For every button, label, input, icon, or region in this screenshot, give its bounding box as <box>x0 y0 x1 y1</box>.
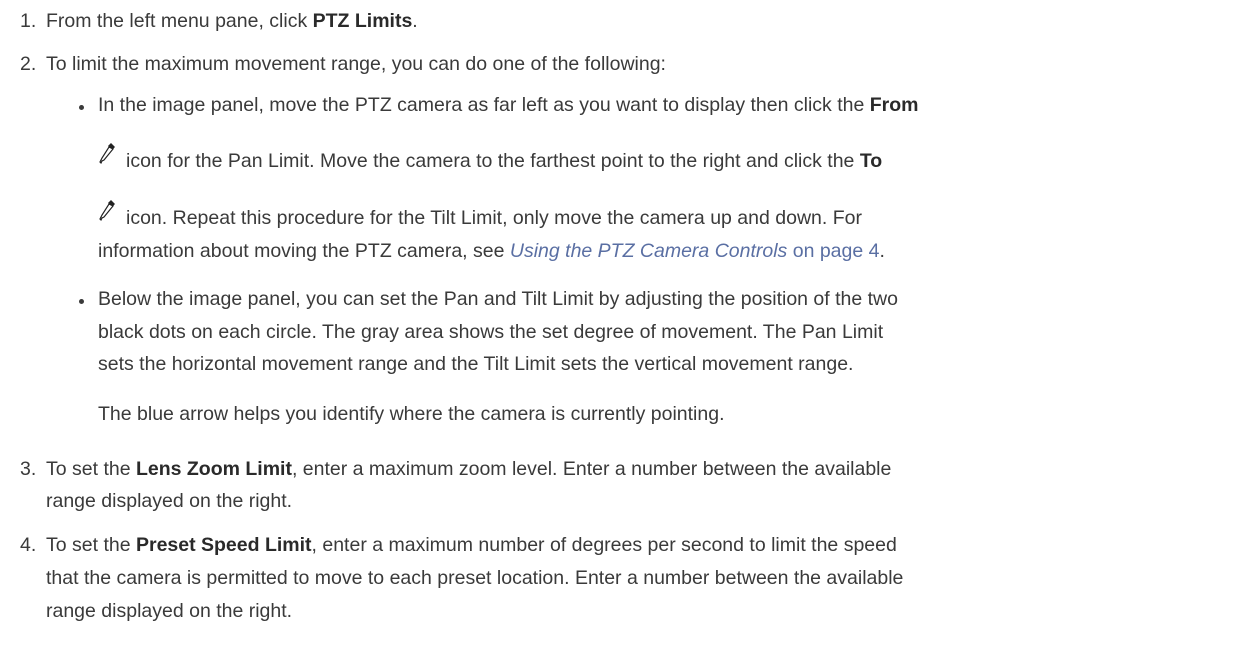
bullet-line: In the image panel, move the PTZ camera … <box>98 94 918 117</box>
step-text: To set the <box>46 458 136 480</box>
step-line: To set the Lens Zoom Limit, enter a maxi… <box>46 458 891 481</box>
page-number-link[interactable]: 4 <box>869 240 880 262</box>
step-text: , enter a maximum zoom level. Enter a nu… <box>291 458 892 480</box>
cross-reference-link[interactable]: Using the PTZ Camera Controls <box>510 240 787 262</box>
bullet-dot <box>79 105 84 110</box>
step-number: 4. <box>20 534 37 556</box>
ui-term: Preset Speed Limit <box>135 534 312 556</box>
bullet-text: In the image panel, move the PTZ camera … <box>98 94 870 116</box>
ui-term: From <box>869 94 919 116</box>
bullet-note: The blue arrow helps you identify where … <box>98 403 725 425</box>
step-text: that the camera is permitted to move to … <box>46 567 904 589</box>
step-text: , enter a maximum number of degrees per … <box>311 534 897 556</box>
bullet-text: sets the horizontal movement range and t… <box>98 353 854 375</box>
step-number: 1. <box>20 10 37 32</box>
step-text: range displayed on the right. <box>46 600 293 622</box>
step-number: 2. <box>20 53 37 75</box>
bullet-text: icon. Repeat this procedure for the Tilt… <box>126 207 862 229</box>
step-text: To limit the maximum movement range, you… <box>46 53 666 75</box>
bullet-text: . <box>879 240 885 262</box>
step-text: From the left menu pane, click <box>46 10 313 32</box>
step-text: range displayed on the right. <box>46 490 293 512</box>
step-number: 3. <box>20 458 37 480</box>
bullet-text: black dots on each circle. The gray area… <box>98 321 884 343</box>
document-page: 1. From the left menu pane, click PTZ Li… <box>0 0 1238 671</box>
bullet-text: Below the image panel, you can set the P… <box>98 288 898 310</box>
step-1-text: From the left menu pane, click PTZ Limit… <box>46 10 418 33</box>
step-text: . <box>412 10 418 32</box>
eyedropper-icon <box>99 200 115 222</box>
step-text: To set the <box>46 534 136 556</box>
bullet-dot <box>79 299 84 304</box>
bullet-text: icon for the Pan Limit. Move the camera … <box>126 150 860 172</box>
bullet-line: icon for the Pan Limit. Move the camera … <box>126 150 882 173</box>
page-reference-text[interactable]: on page <box>787 240 868 262</box>
eyedropper-icon <box>99 143 115 165</box>
bullet-line: information about moving the PTZ camera,… <box>98 240 885 263</box>
ui-term: To <box>859 150 883 172</box>
step-line: To set the Preset Speed Limit, enter a m… <box>46 534 897 557</box>
bullet-text: information about moving the PTZ camera,… <box>98 240 510 262</box>
ui-term: PTZ Limits <box>312 10 413 32</box>
ui-term: Lens Zoom Limit <box>135 458 292 480</box>
